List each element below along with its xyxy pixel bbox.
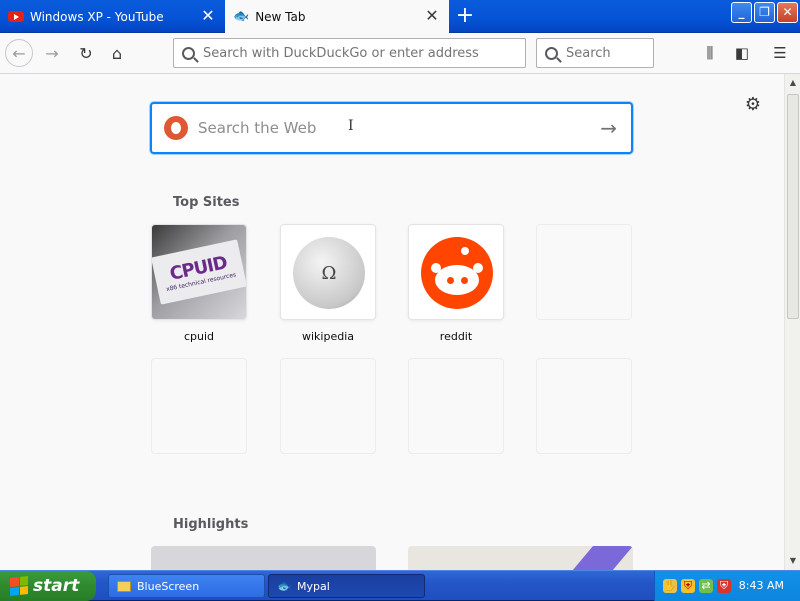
start-button[interactable]: start xyxy=(0,571,96,601)
taskbar-item-label: BlueScreen xyxy=(137,579,200,593)
gear-icon[interactable]: ⚙ xyxy=(742,94,764,116)
taskbar-item-bluescreen[interactable]: BlueScreen xyxy=(108,574,265,598)
tab-bar: Windows XP - YouTube ✕ 🐟 New Tab ✕ + _ ❐… xyxy=(0,0,800,33)
tab-new-tab[interactable]: 🐟 New Tab ✕ xyxy=(225,0,449,33)
address-bar[interactable]: Search with DuckDuckGo or enter address xyxy=(173,38,526,68)
reload-icon: ↻ xyxy=(79,43,93,63)
wikipedia-glyph: Ω xyxy=(321,262,337,284)
tab-title: New Tab xyxy=(255,9,306,24)
tab-title: Windows XP - YouTube xyxy=(30,9,164,24)
new-tab-page: ⚙ Search the Web I → Top Sites CPUID x86… xyxy=(0,74,784,570)
network-icon[interactable]: ⇄ xyxy=(699,579,713,593)
top-site-wikipedia[interactable]: Ω xyxy=(280,224,376,320)
start-label: start xyxy=(33,576,80,596)
highlights-title: Highlights xyxy=(173,517,249,532)
antivirus-icon[interactable]: ⛨ xyxy=(717,579,731,593)
top-sites-title: Top Sites xyxy=(173,195,240,210)
back-button[interactable]: ← xyxy=(5,39,33,67)
folder-icon xyxy=(117,580,131,592)
reddit-logo-icon xyxy=(421,237,493,309)
address-placeholder: Search with DuckDuckGo or enter address xyxy=(203,45,479,61)
text-cursor-icon: I xyxy=(348,118,354,134)
highlight-card[interactable] xyxy=(408,546,633,570)
top-site-label: cpuid xyxy=(183,330,215,343)
web-search-placeholder: Search the Web xyxy=(198,119,317,137)
top-site-reddit[interactable] xyxy=(408,224,504,320)
search-placeholder: Search xyxy=(566,45,611,61)
top-site-empty-slot[interactable] xyxy=(536,358,632,454)
library-icon[interactable]: ⫼ xyxy=(698,41,722,65)
scrollbar-thumb[interactable] xyxy=(787,94,799,319)
forward-arrow-icon: → xyxy=(45,43,59,63)
mypal-icon: 🐟 xyxy=(277,579,292,593)
arrow-right-icon[interactable]: → xyxy=(600,116,617,140)
taskbar-item-label: Mypal xyxy=(297,579,330,593)
sidebar-icon[interactable]: ◧ xyxy=(730,41,754,65)
mypal-icon: 🐟 xyxy=(233,9,250,24)
taskbar: start BlueScreen 🐟 Mypal ✋ ⛨ ⇄ ⛨ 8:43 AM xyxy=(0,570,800,601)
clock[interactable]: 8:43 AM xyxy=(739,579,784,592)
tray-app-icon[interactable]: ✋ xyxy=(663,579,677,593)
cpuid-thumbnail: CPUID x86 technical resources xyxy=(152,225,246,319)
forward-button[interactable]: → xyxy=(38,39,66,67)
taskbar-item-mypal[interactable]: 🐟 Mypal xyxy=(268,574,425,598)
navigation-toolbar: ← → ↻ ⌂ Search with DuckDuckGo or enter … xyxy=(0,33,800,74)
top-site-label: reddit xyxy=(439,330,473,343)
search-icon xyxy=(182,46,195,60)
scroll-up-icon[interactable]: ▲ xyxy=(786,76,800,90)
top-site-cpuid[interactable]: CPUID x86 technical resources xyxy=(151,224,247,320)
tab-youtube[interactable]: Windows XP - YouTube ✕ xyxy=(0,0,225,33)
windows-logo-icon xyxy=(10,576,28,596)
security-shield-icon[interactable]: ⛨ xyxy=(681,579,695,593)
highlight-thumbnail xyxy=(567,546,633,570)
system-tray: ✋ ⛨ ⇄ ⛨ 8:43 AM xyxy=(654,571,800,601)
close-window-button[interactable]: ✕ xyxy=(777,2,798,23)
web-search-box[interactable]: Search the Web I → xyxy=(150,102,633,154)
home-button[interactable]: ⌂ xyxy=(103,39,131,67)
top-site-empty-slot[interactable] xyxy=(408,358,504,454)
minimize-button[interactable]: _ xyxy=(731,2,752,23)
wikipedia-globe-icon: Ω xyxy=(293,237,365,309)
window-controls: _ ❐ ✕ xyxy=(731,2,798,23)
close-tab-button[interactable]: ✕ xyxy=(425,8,439,24)
reload-button[interactable]: ↻ xyxy=(72,39,100,67)
back-arrow-icon: ← xyxy=(12,43,26,63)
search-bar[interactable]: Search xyxy=(536,38,654,68)
new-tab-button[interactable]: + xyxy=(452,4,478,30)
youtube-icon xyxy=(8,11,24,22)
top-site-label: wikipedia xyxy=(301,330,354,343)
search-icon xyxy=(545,46,558,60)
highlight-card[interactable] xyxy=(151,546,376,570)
menu-icon[interactable]: ☰ xyxy=(768,41,792,65)
top-site-empty-slot[interactable] xyxy=(151,358,247,454)
top-site-empty-slot[interactable] xyxy=(536,224,632,320)
close-tab-button[interactable]: ✕ xyxy=(201,8,215,24)
home-icon: ⌂ xyxy=(111,43,123,63)
maximize-button[interactable]: ❐ xyxy=(754,2,775,23)
scroll-down-icon[interactable]: ▼ xyxy=(786,554,800,568)
vertical-scrollbar[interactable]: ▲ ▼ xyxy=(784,74,800,570)
duckduckgo-icon xyxy=(164,116,188,140)
top-site-empty-slot[interactable] xyxy=(280,358,376,454)
